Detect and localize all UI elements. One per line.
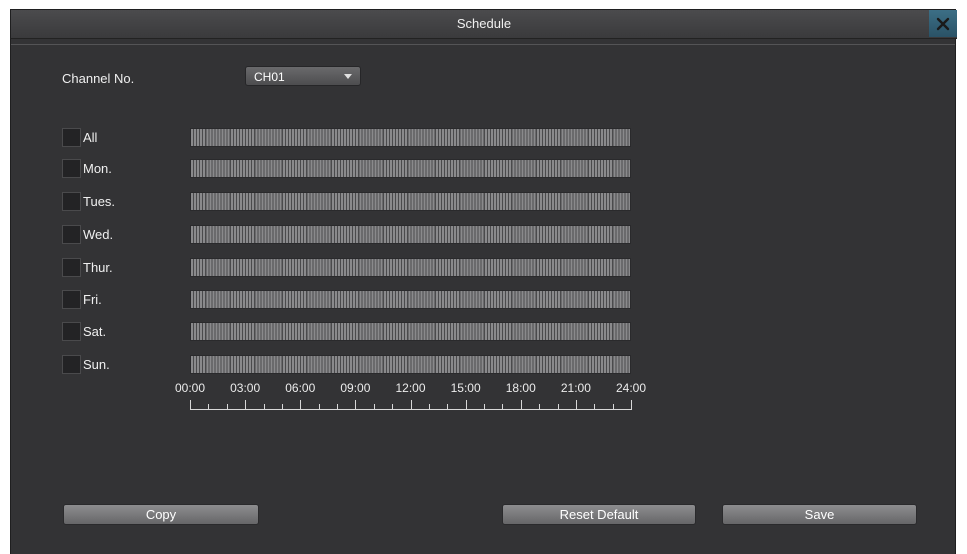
schedule-window: Schedule	[10, 9, 957, 554]
timeline-tick	[575, 400, 577, 410]
day-label: Sun.	[83, 357, 110, 372]
channel-select-value: CH01	[254, 70, 285, 84]
day-checkbox[interactable]	[62, 355, 81, 374]
timeline-tick	[208, 404, 210, 410]
timeline-tick	[281, 404, 283, 410]
timeline-tick	[557, 404, 559, 410]
window-title: Schedule	[456, 16, 512, 31]
timeline-tick	[318, 404, 320, 410]
timeline-label: 15:00	[450, 381, 481, 395]
timeline-tick	[245, 400, 247, 410]
timeline-label: 18:00	[505, 381, 536, 395]
day-checkbox[interactable]	[62, 128, 81, 147]
timeline-label: 06:00	[285, 381, 316, 395]
timeline-tick	[539, 404, 541, 410]
timeline-ruler	[190, 400, 632, 410]
day-label: Thur.	[83, 260, 113, 275]
timeline-label: 00:00	[174, 381, 206, 395]
timeline-tick	[373, 404, 375, 410]
timeline-tick	[355, 400, 357, 410]
reset-default-button[interactable]: Reset Default	[502, 504, 696, 525]
timeline-label: 24:00	[615, 381, 647, 395]
day-label: All	[83, 130, 98, 145]
timeline-tick	[226, 404, 228, 410]
day-checkbox[interactable]	[62, 225, 81, 244]
timeline-tick	[392, 404, 394, 410]
timeline-tick	[337, 404, 338, 410]
timeline-tick	[190, 400, 191, 410]
chevron-down-icon	[344, 74, 352, 79]
copy-button[interactable]: Copy	[63, 504, 259, 525]
timeline-tick	[594, 404, 596, 410]
day-checkbox[interactable]	[62, 192, 81, 211]
day-checkbox[interactable]	[62, 258, 81, 277]
close-button[interactable]	[929, 10, 957, 37]
day-label: Wed.	[83, 227, 114, 242]
schedule-timebar[interactable]	[190, 355, 631, 374]
schedule-timebar[interactable]	[190, 128, 631, 147]
day-checkbox[interactable]	[62, 159, 81, 178]
day-label: Sat.	[83, 324, 107, 339]
title-bar: Schedule	[11, 10, 957, 39]
timeline-tick	[428, 404, 430, 410]
day-label: Tues.	[83, 194, 116, 209]
timeline-tick	[484, 404, 485, 410]
timeline-tick	[631, 400, 632, 410]
schedule-timebar[interactable]	[190, 192, 631, 211]
timeline-tick	[263, 404, 265, 410]
timeline-tick	[410, 400, 412, 410]
day-checkbox[interactable]	[62, 290, 81, 309]
schedule-timebar[interactable]	[190, 225, 631, 244]
day-checkbox[interactable]	[62, 322, 81, 341]
timeline-tick	[612, 404, 614, 410]
timeline-label: 03:00	[230, 381, 261, 395]
timeline-label: 12:00	[395, 381, 426, 395]
timeline-label: 09:00	[340, 381, 371, 395]
schedule-timebar[interactable]	[190, 322, 631, 341]
close-icon	[936, 17, 950, 30]
schedule-timebar[interactable]	[190, 290, 631, 309]
channel-select[interactable]: CH01	[245, 66, 361, 86]
schedule-timebar[interactable]	[190, 159, 631, 178]
timeline-tick	[520, 400, 522, 410]
timeline-tick	[502, 404, 504, 410]
timeline-tick	[300, 400, 302, 410]
timeline-tick	[465, 400, 467, 410]
day-label: Mon.	[83, 161, 112, 176]
schedule-timebar[interactable]	[190, 258, 631, 277]
channel-label: Channel No.	[62, 71, 135, 86]
day-label: Fri.	[83, 292, 102, 307]
save-button[interactable]: Save	[722, 504, 917, 525]
timeline-label: 21:00	[560, 381, 591, 395]
timeline-tick	[447, 404, 449, 410]
